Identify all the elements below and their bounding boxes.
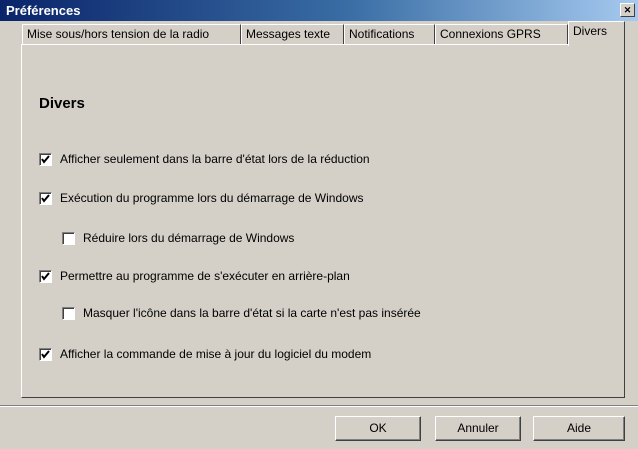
ok-button[interactable]: OK [335,416,421,441]
button-separator [0,405,638,407]
option-minimize-at-startup[interactable]: Réduire lors du démarrage de Windows [62,230,294,246]
close-icon: ✕ [623,5,632,15]
option-label: Réduire lors du démarrage de Windows [83,231,295,245]
option-label: Afficher la commande de mise à jour du l… [60,347,372,361]
checkmark-icon [41,271,50,281]
checkbox[interactable] [39,191,52,205]
tab-label: Mise sous/hors tension de la radio [27,27,210,41]
checkmark-icon [41,154,50,164]
cancel-button[interactable]: Annuler [435,416,521,441]
tab-label: Connexions GPRS [440,27,541,41]
option-modem-update[interactable]: Afficher la commande de mise à jour du l… [39,346,371,362]
help-button[interactable]: Aide [533,416,625,441]
option-label: Permettre au programme de s'exécuter en … [60,269,350,283]
checkbox[interactable] [62,306,75,320]
checkbox[interactable] [39,152,52,166]
checkbox[interactable] [39,269,52,283]
title-bar[interactable]: Préférences ✕ [0,0,638,21]
option-label: Masquer l'icône dans la barre d'état si … [83,306,421,320]
tab-gprs-connections[interactable]: Connexions GPRS [435,24,568,44]
tab-label: Divers [573,24,608,38]
tab-radio-power[interactable]: Mise sous/hors tension de la radio [22,24,241,44]
option-run-in-background[interactable]: Permettre au programme de s'exécuter en … [39,268,350,284]
close-button[interactable]: ✕ [620,3,635,17]
tab-panel [21,44,625,398]
button-label: Annuler [457,421,499,435]
window-title: Préférences [6,3,81,18]
button-label: OK [369,421,387,435]
tab-divers[interactable]: Divers [568,21,625,46]
option-label: Afficher seulement dans la barre d'état … [60,152,370,166]
checkmark-icon [41,193,50,203]
panel-heading: Divers [39,95,85,112]
checkbox[interactable] [39,347,52,361]
checkmark-icon [41,349,50,359]
tab-label: Notifications [349,27,415,41]
button-label: Aide [566,421,592,435]
tab-label: Messages texte [246,27,331,41]
tab-text-messages[interactable]: Messages texte [241,24,344,44]
option-minimize-to-tray[interactable]: Afficher seulement dans la barre d'état … [39,151,370,167]
option-run-at-startup[interactable]: Exécution du programme lors du démarrage… [39,190,363,206]
option-hide-tray-icon[interactable]: Masquer l'icône dans la barre d'état si … [62,305,421,321]
tab-notifications[interactable]: Notifications [344,24,435,44]
preferences-dialog: Préférences ✕ Mise sous/hors tension de … [0,0,638,449]
option-label: Exécution du programme lors du démarrage… [60,191,364,205]
checkbox[interactable] [62,231,75,245]
